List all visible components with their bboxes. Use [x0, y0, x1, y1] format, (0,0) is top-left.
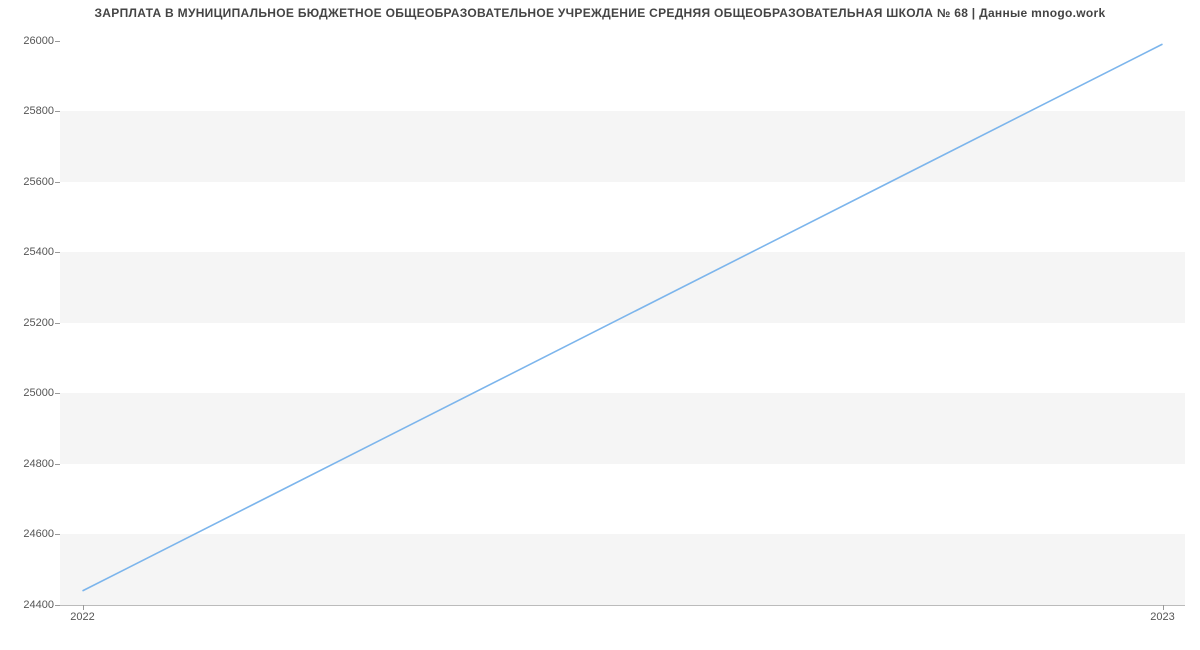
y-tick-label: 25800: [23, 105, 54, 117]
y-tick-mark: [55, 111, 60, 112]
y-tick-label: 25000: [23, 387, 54, 399]
plot-area: 2440024600248002500025200254002560025800…: [60, 30, 1185, 606]
y-tick-label: 25400: [23, 246, 54, 258]
chart-title: ЗАРПЛАТА В МУНИЦИПАЛЬНОЕ БЮДЖЕТНОЕ ОБЩЕО…: [0, 0, 1200, 20]
x-tick-mark: [83, 605, 84, 610]
y-tick-label: 26000: [23, 35, 54, 47]
y-tick-label: 25600: [23, 176, 54, 188]
line-series: [60, 30, 1185, 605]
y-tick-label: 24400: [23, 599, 54, 611]
y-tick-mark: [55, 182, 60, 183]
y-tick-label: 25200: [23, 317, 54, 329]
y-tick-mark: [55, 252, 60, 253]
data-line: [83, 44, 1163, 591]
y-tick-mark: [55, 605, 60, 606]
y-tick-mark: [55, 464, 60, 465]
y-tick-label: 24600: [23, 528, 54, 540]
y-tick-label: 24800: [23, 458, 54, 470]
x-tick-label: 2023: [1150, 611, 1174, 623]
y-tick-mark: [55, 393, 60, 394]
y-tick-mark: [55, 534, 60, 535]
x-tick-mark: [1163, 605, 1164, 610]
y-tick-mark: [55, 323, 60, 324]
y-tick-mark: [55, 41, 60, 42]
x-tick-label: 2022: [70, 611, 94, 623]
chart-container: ЗАРПЛАТА В МУНИЦИПАЛЬНОЕ БЮДЖЕТНОЕ ОБЩЕО…: [0, 0, 1200, 650]
